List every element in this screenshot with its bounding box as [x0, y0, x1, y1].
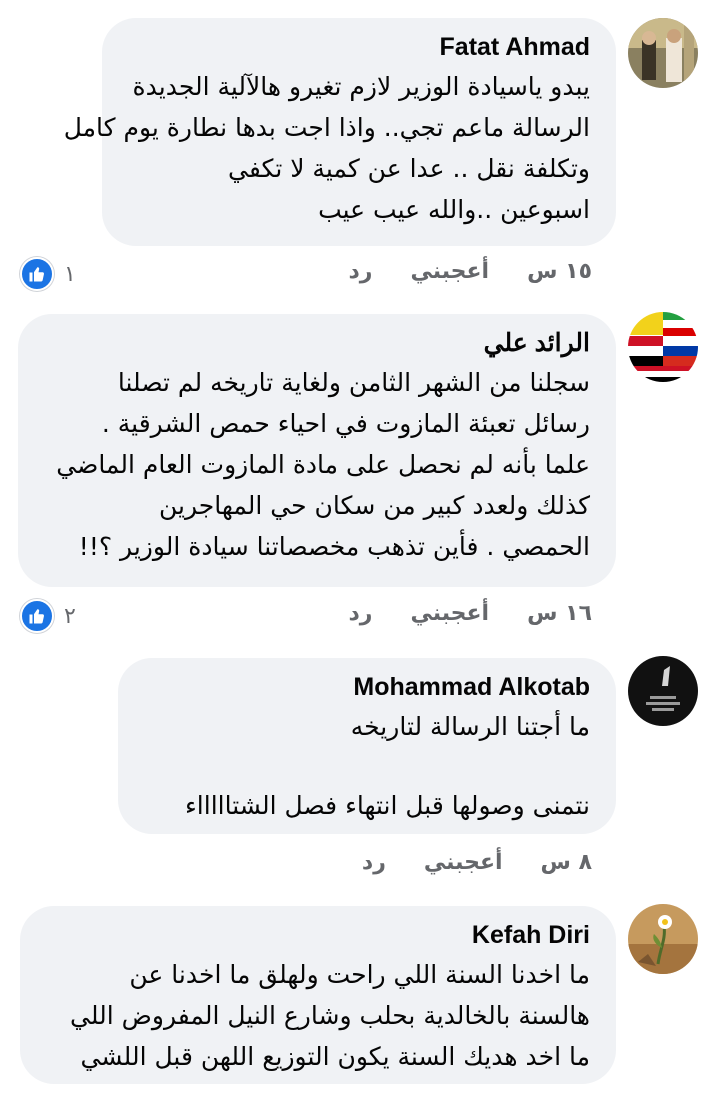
comment-text-line: كذلك ولعدد كبير من سكان حي المهاجرين: [158, 491, 590, 520]
comment-text-line: ما اخدنا السنة اللي راحت ولهلق ما اخدنا …: [129, 960, 590, 989]
comment-author[interactable]: Kefah Diri: [46, 920, 590, 950]
comment-text-line: اسبوعين ..والله عيب عيب: [318, 195, 590, 224]
reaction-summary[interactable]: ٢: [20, 599, 76, 633]
timestamp[interactable]: ١٥ س: [527, 259, 592, 284]
comment-text-line: ما أجتنا الرسالة لتاريخه: [350, 712, 590, 741]
comment-text-line: علما بأنه لم نحصل على مادة المازوت العام…: [56, 450, 590, 479]
comment-text-line: الحمصي . فأين تذهب مخصصاتنا سيادة الوزير…: [78, 532, 590, 561]
comment-bubble: Kefah Diri ما اخدنا السنة اللي راحت ولهل…: [20, 906, 616, 1084]
like-button[interactable]: أعجبني: [424, 850, 503, 875]
reaction-summary[interactable]: ١: [20, 257, 76, 291]
comment-text-line: ما اخد هديك السنة يكون التوزيع اللهن قبل…: [80, 1042, 590, 1071]
comment-bubble: Mohammad Alkotab ما أجتنا الرسالة لتاريخ…: [118, 658, 616, 834]
avatar[interactable]: [628, 18, 698, 88]
comment-text-line: يبدو ياسيادة الوزير لازم تغيرو هالآلية ا…: [132, 72, 590, 101]
timestamp[interactable]: ١٦ س: [527, 601, 592, 626]
comment-text-line: نتمنى وصولها قبل انتهاء فصل الشتاااااء: [185, 791, 590, 820]
comment-actions: ٨ س أعجبني رد: [362, 850, 592, 875]
thumbs-up-icon: [20, 599, 54, 633]
comment-actions: ١٥ س أعجبني رد: [348, 259, 592, 284]
reply-button[interactable]: رد: [348, 259, 372, 284]
comment-author[interactable]: Mohammad Alkotab: [144, 672, 590, 702]
avatar[interactable]: [628, 656, 698, 726]
comment-text-line: وتكلفة نقل .. عدا عن كمية لا تكفي: [228, 154, 590, 183]
reaction-count: ٢: [64, 603, 76, 629]
comment-bubble: الرائد علي سجلنا من الشهر الثامن ولغاية …: [18, 314, 616, 587]
comment-bubble: Fatat Ahmad يبدو ياسيادة الوزير لازم تغي…: [63, 18, 616, 246]
comment-text-line: رسائل تعبئة المازوت في احياء حمص الشرقية…: [101, 409, 590, 438]
reply-button[interactable]: رد: [348, 601, 372, 626]
comment-actions: ١٦ س أعجبني رد: [348, 601, 592, 626]
comment-author[interactable]: Fatat Ahmad: [128, 32, 590, 62]
like-button[interactable]: أعجبني: [410, 259, 489, 284]
timestamp[interactable]: ٨ س: [541, 850, 592, 875]
like-button[interactable]: أعجبني: [410, 601, 489, 626]
comment-text-line: سجلنا من الشهر الثامن ولغاية تاريخه لم ت…: [117, 368, 590, 397]
comment-text-line: هالسنة بالخالدية بحلب وشارع النيل المفرو…: [70, 1001, 590, 1030]
comment-text-line: الرسالة ماعم تجي.. واذا اجت بدها نطارة ي…: [63, 113, 590, 142]
reaction-count: ١: [64, 261, 76, 287]
comment-author[interactable]: الرائد علي: [44, 328, 590, 358]
reply-button[interactable]: رد: [362, 850, 386, 875]
avatar[interactable]: [628, 904, 698, 974]
thumbs-up-icon: [20, 257, 54, 291]
avatar[interactable]: [628, 312, 698, 382]
